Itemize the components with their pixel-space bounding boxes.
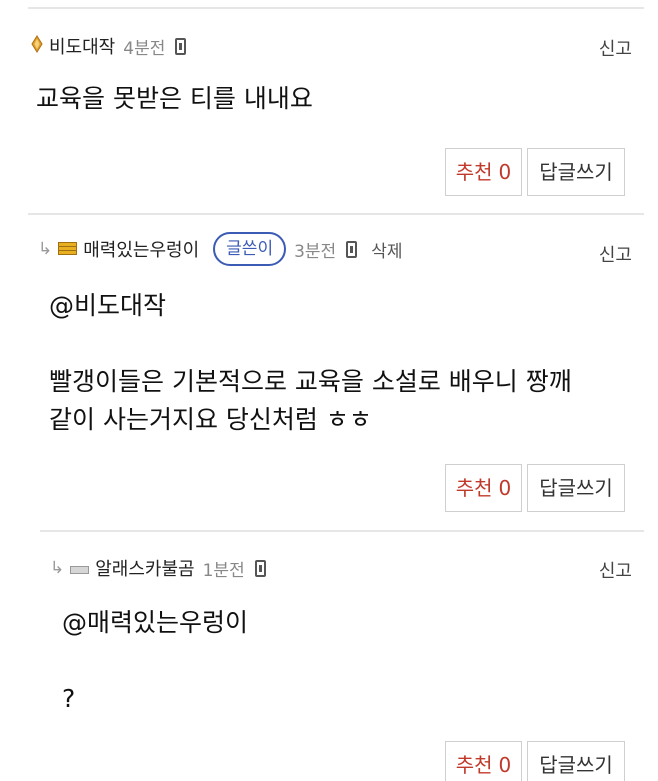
reply-button[interactable]: 답글쓰기 [527, 464, 625, 512]
recommend-button[interactable]: 추천 0 [445, 464, 522, 512]
comment-divider [40, 530, 644, 532]
report-link[interactable]: 신고 [599, 241, 632, 267]
comment-body: @비도대작 빨갱이들은 기본적으로 교육을 소설로 배우니 짱깨 같이 사는거지… [49, 291, 572, 434]
comment-divider [28, 213, 644, 215]
author-badge: 글쓴이 [213, 232, 287, 266]
gray-bar-level-icon [70, 558, 90, 579]
comment-time: 3분전 [294, 241, 337, 262]
mobile-icon [254, 559, 266, 577]
comment-meta: 비도대작 4분전 [31, 31, 187, 61]
recommend-button[interactable]: 추천 0 [445, 148, 522, 196]
reply-button[interactable]: 답글쓰기 [527, 148, 625, 196]
recommend-count: 0 [498, 753, 512, 777]
recommend-count: 0 [498, 476, 512, 500]
recommend-label: 추천 [455, 160, 493, 184]
comment-meta: ↳ 매력있는우렁이 글쓴이 3분전 삭제 [38, 232, 402, 266]
recommend-label: 추천 [455, 753, 493, 777]
diamond-level-icon [31, 34, 43, 58]
reply-button[interactable]: 답글쓰기 [527, 741, 625, 781]
reply-arrow-icon: ↳ [38, 239, 53, 259]
comment-meta: ↳ 알래스카불곰 1분전 [50, 553, 266, 583]
comment-body: @매력있는우렁이 ? [62, 608, 249, 713]
gold-bar-level-icon [58, 239, 78, 260]
report-link[interactable]: 신고 [599, 35, 632, 61]
reply-arrow-icon: ↳ [50, 558, 65, 578]
author-name[interactable]: 알래스카불곰 [95, 555, 194, 581]
recommend-count: 0 [498, 160, 512, 184]
comment-time: 1분전 [202, 560, 245, 581]
author-name[interactable]: 매력있는우렁이 [83, 236, 199, 262]
top-divider [28, 7, 644, 9]
recommend-button[interactable]: 추천 0 [445, 741, 522, 781]
comment-time: 4분전 [123, 38, 166, 59]
mobile-icon [346, 240, 358, 258]
recommend-label: 추천 [455, 476, 493, 500]
author-name[interactable]: 비도대작 [49, 33, 115, 59]
report-link[interactable]: 신고 [599, 557, 632, 583]
comment-body: 교육을 못받은 티를 내내요 [36, 84, 313, 113]
mobile-icon [175, 37, 187, 55]
delete-link[interactable]: 삭제 [371, 237, 402, 262]
